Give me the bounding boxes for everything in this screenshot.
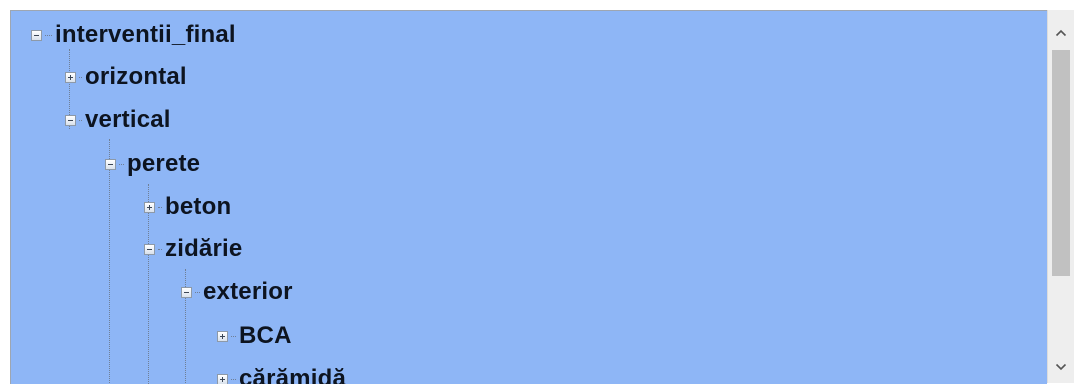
tree-connector xyxy=(158,207,162,208)
collapse-toggle-icon[interactable] xyxy=(144,244,155,255)
tree-connector xyxy=(158,249,162,250)
collapse-toggle-icon[interactable] xyxy=(65,115,76,126)
tree-node-label[interactable]: vertical xyxy=(85,106,171,134)
tree-node-interventii-final[interactable]: interventii_final xyxy=(31,20,236,50)
expand-toggle-icon[interactable] xyxy=(217,331,228,342)
tree-node-label[interactable]: perete xyxy=(127,150,200,178)
tree-connector xyxy=(231,379,236,380)
tree-connector xyxy=(231,336,236,337)
tree-node-label[interactable]: orizontal xyxy=(85,63,187,91)
tree-node-caramida[interactable]: cărămidă xyxy=(217,364,346,384)
tree-connector xyxy=(195,292,200,293)
chevron-down-icon[interactable] xyxy=(1048,352,1074,382)
expand-toggle-icon[interactable] xyxy=(144,202,155,213)
tree-node-orizontal[interactable]: orizontal xyxy=(65,62,187,92)
tree-node-zidarie[interactable]: zidărie xyxy=(144,234,242,264)
tree-node-perete[interactable]: perete xyxy=(105,149,200,179)
tree-node-label[interactable]: cărămidă xyxy=(239,365,346,384)
tree-node-label[interactable]: interventii_final xyxy=(55,21,236,49)
tree-connector xyxy=(45,35,52,36)
collapse-toggle-icon[interactable] xyxy=(181,287,192,298)
expand-toggle-icon[interactable] xyxy=(217,374,228,384)
tree-node-label[interactable]: zidărie xyxy=(165,235,242,263)
tree-node-bca[interactable]: BCA xyxy=(217,321,292,351)
tree-connector xyxy=(119,164,124,165)
collapse-toggle-icon[interactable] xyxy=(31,30,42,41)
tree-node-label[interactable]: exterior xyxy=(203,278,293,306)
tree-node-label[interactable]: BCA xyxy=(239,322,292,350)
tree-connector xyxy=(79,120,82,121)
collapse-toggle-icon[interactable] xyxy=(105,159,116,170)
tree-node-exterior[interactable]: exterior xyxy=(181,277,293,307)
tree-node-label[interactable]: beton xyxy=(165,193,231,221)
expand-toggle-icon[interactable] xyxy=(65,72,76,83)
chevron-up-icon[interactable] xyxy=(1048,18,1074,48)
tree-connector xyxy=(79,77,82,78)
vertical-scrollbar[interactable] xyxy=(1047,10,1074,383)
tree-node-vertical[interactable]: vertical xyxy=(65,105,171,135)
tree-node-beton[interactable]: beton xyxy=(144,192,231,222)
tree-view[interactable]: interventii_final orizontal vertical per… xyxy=(10,10,1047,384)
scrollbar-thumb[interactable] xyxy=(1052,50,1070,276)
